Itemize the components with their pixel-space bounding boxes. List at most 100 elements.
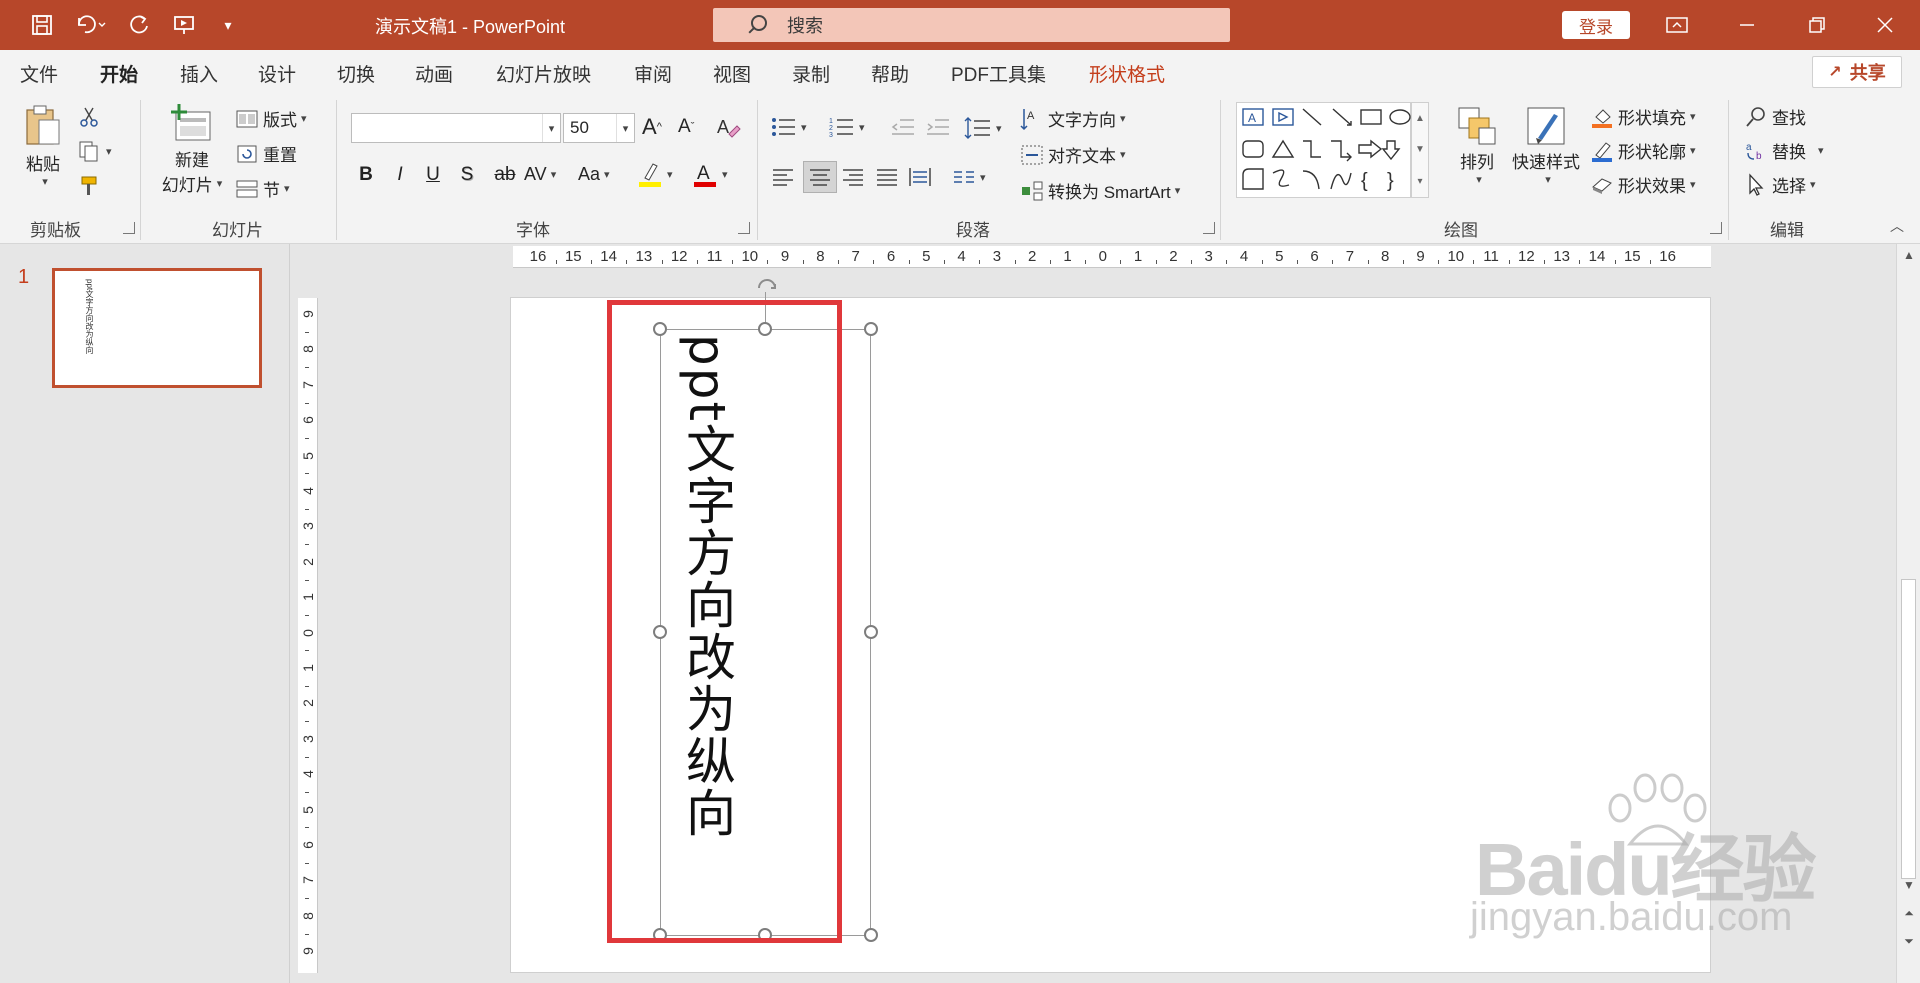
ribbon-display-icon[interactable] bbox=[1642, 0, 1712, 50]
decrease-indent-icon[interactable] bbox=[890, 116, 916, 138]
font-name-combo[interactable]: ▾ bbox=[351, 113, 561, 143]
vertical-scrollbar[interactable]: ▲ ▼ ⏶ ⏷ bbox=[1896, 244, 1920, 983]
ruler-tick bbox=[838, 260, 840, 264]
select-button[interactable]: 选择 ▾ bbox=[1744, 172, 1816, 197]
font-launcher-icon[interactable] bbox=[738, 222, 750, 234]
slide-thumbnail[interactable]: ppt文字方向改为纵向 bbox=[52, 268, 262, 388]
cut-icon[interactable] bbox=[78, 106, 100, 128]
ruler-tick bbox=[1473, 260, 1475, 264]
shapes-gallery[interactable]: A { } bbox=[1236, 102, 1411, 198]
collapse-ribbon-icon[interactable]: ︿ bbox=[1890, 216, 1904, 236]
ruler-tick bbox=[305, 933, 309, 935]
grow-font-button[interactable]: A ^ bbox=[642, 114, 662, 140]
scrollbar-thumb[interactable] bbox=[1901, 579, 1916, 879]
previous-slide-icon[interactable]: ⏶ bbox=[1901, 906, 1917, 921]
next-slide-icon[interactable]: ⏷ bbox=[1901, 934, 1917, 949]
tab-home[interactable]: 开始 bbox=[100, 60, 139, 95]
tab-record[interactable]: 录制 bbox=[792, 60, 830, 87]
replace-button[interactable]: ab 替换 ▾ bbox=[1744, 138, 1824, 163]
tab-pdf-tools[interactable]: PDF工具集 bbox=[951, 60, 1046, 87]
tab-design[interactable]: 设计 bbox=[258, 60, 296, 87]
text-direction-button[interactable]: A 文字方向 ▾ bbox=[1020, 106, 1126, 131]
section-button[interactable]: 节 ▾ bbox=[235, 176, 290, 201]
vertical-ruler[interactable]: 9 8 7 6 5 4 3 2 1 0 1 2 3 4 5 6 7 8 9 bbox=[298, 298, 318, 973]
ruler-tick bbox=[626, 260, 628, 264]
shapes-gallery-scroll[interactable]: ▲ ▼ ▾ bbox=[1411, 102, 1429, 198]
shape-outline-button[interactable]: 形状轮廓 ▾ bbox=[1590, 138, 1696, 163]
new-slide-button[interactable]: 新建 幻灯片 ▾ bbox=[154, 102, 230, 196]
tab-insert[interactable]: 插入 bbox=[180, 60, 218, 87]
tab-file[interactable]: 文件 bbox=[20, 60, 58, 87]
clipboard-launcher-icon[interactable] bbox=[123, 222, 135, 234]
shape-effects-button[interactable]: 形状效果 ▾ bbox=[1590, 172, 1696, 197]
change-case-button[interactable]: Aa ▾ bbox=[578, 164, 610, 185]
drawing-launcher-icon[interactable] bbox=[1710, 222, 1722, 234]
tab-help[interactable]: 帮助 bbox=[871, 60, 909, 87]
reset-button[interactable]: 重置 bbox=[235, 141, 297, 166]
customize-icon[interactable]: ▾ bbox=[212, 10, 244, 40]
align-left-icon[interactable] bbox=[771, 166, 795, 188]
resize-handle-right[interactable] bbox=[864, 625, 878, 639]
columns-button[interactable]: ▾ bbox=[952, 166, 986, 188]
ruler-label: 6 bbox=[886, 248, 896, 265]
tab-slideshow[interactable]: 幻灯片放映 bbox=[496, 60, 591, 87]
share-button[interactable]: ↗ 共享 bbox=[1812, 56, 1902, 88]
ruler-tick bbox=[305, 791, 309, 793]
clear-format-icon[interactable]: A bbox=[715, 114, 741, 140]
save-icon[interactable] bbox=[26, 10, 58, 40]
italic-button[interactable]: I bbox=[388, 164, 412, 186]
increase-indent-icon[interactable] bbox=[925, 116, 951, 138]
tab-shape-format[interactable]: 形状格式 bbox=[1089, 60, 1165, 87]
tab-animations[interactable]: 动画 bbox=[415, 60, 453, 87]
resize-handle-bottom-right[interactable] bbox=[864, 928, 878, 942]
ruler-tick bbox=[1261, 260, 1263, 264]
login-button[interactable]: 登录 bbox=[1562, 11, 1630, 39]
svg-text:a: a bbox=[1746, 142, 1752, 153]
align-right-icon[interactable] bbox=[841, 166, 865, 188]
shrink-font-button[interactable]: Aˇ bbox=[678, 116, 694, 138]
strikethrough-button[interactable]: ab bbox=[490, 164, 520, 186]
bullets-button[interactable]: ▾ bbox=[771, 116, 807, 138]
search-input[interactable]: 搜索 bbox=[713, 8, 1230, 42]
close-icon[interactable] bbox=[1850, 0, 1920, 50]
distribute-icon[interactable] bbox=[908, 166, 932, 188]
bold-button[interactable]: B bbox=[354, 164, 378, 186]
restore-icon[interactable] bbox=[1782, 0, 1852, 50]
smartart-button[interactable]: 转换为 SmartArt ▾ bbox=[1020, 178, 1180, 203]
quick-styles-button[interactable]: 快速样式 ▾ bbox=[1506, 104, 1586, 186]
align-text-button[interactable]: 对齐文本 ▾ bbox=[1020, 142, 1126, 167]
arrange-button[interactable]: 排列 ▾ bbox=[1448, 104, 1506, 186]
horizontal-ruler[interactable]: 16 15 14 13 12 11 10 9 8 7 6 5 4 3 2 1 0 1 2 3 4 5 6 7 8 9 10 11 12 1… bbox=[513, 246, 1711, 268]
highlight-color-button[interactable]: ▾ bbox=[637, 160, 673, 188]
present-icon[interactable] bbox=[168, 10, 200, 40]
numbering-button[interactable]: 1 2 3 ▾ bbox=[829, 116, 865, 138]
format-painter-icon[interactable] bbox=[78, 174, 102, 198]
scroll-down-icon[interactable]: ▼ bbox=[1901, 878, 1917, 892]
copy-icon[interactable]: ▾ bbox=[78, 140, 112, 162]
shadow-button[interactable]: S bbox=[455, 164, 479, 186]
paste-button[interactable]: 粘贴 ▾ bbox=[20, 104, 66, 188]
justify-icon[interactable] bbox=[875, 166, 899, 188]
layout-button[interactable]: 版式 ▾ bbox=[235, 106, 307, 131]
font-color-button[interactable]: A ▾ bbox=[692, 160, 728, 188]
scroll-up-icon[interactable]: ▲ bbox=[1901, 248, 1917, 262]
paragraph-launcher-icon[interactable] bbox=[1203, 222, 1215, 234]
align-center-icon[interactable] bbox=[803, 161, 837, 193]
ruler-tick bbox=[1402, 260, 1404, 264]
rotate-handle-icon[interactable] bbox=[753, 272, 781, 294]
redo-icon[interactable] bbox=[124, 10, 156, 40]
tab-view[interactable]: 视图 bbox=[713, 60, 751, 87]
ruler-label: 2 bbox=[1169, 248, 1178, 265]
underline-button[interactable]: U bbox=[421, 164, 445, 186]
shape-fill-button[interactable]: 形状填充 ▾ bbox=[1590, 104, 1696, 129]
char-spacing-button[interactable]: AV ▾ bbox=[524, 164, 556, 185]
find-button[interactable]: 查找 bbox=[1744, 104, 1806, 129]
watermark-site: jingyan.baidu.com bbox=[1470, 895, 1793, 939]
tab-review[interactable]: 审阅 bbox=[634, 60, 672, 87]
line-spacing-button[interactable]: ▾ bbox=[964, 116, 1002, 140]
minimize-icon[interactable] bbox=[1712, 0, 1782, 50]
tab-transitions[interactable]: 切换 bbox=[337, 60, 375, 87]
resize-handle-top-right[interactable] bbox=[864, 322, 878, 336]
font-size-combo[interactable]: 50 ▾ bbox=[563, 113, 635, 143]
undo-icon[interactable] bbox=[70, 10, 110, 40]
